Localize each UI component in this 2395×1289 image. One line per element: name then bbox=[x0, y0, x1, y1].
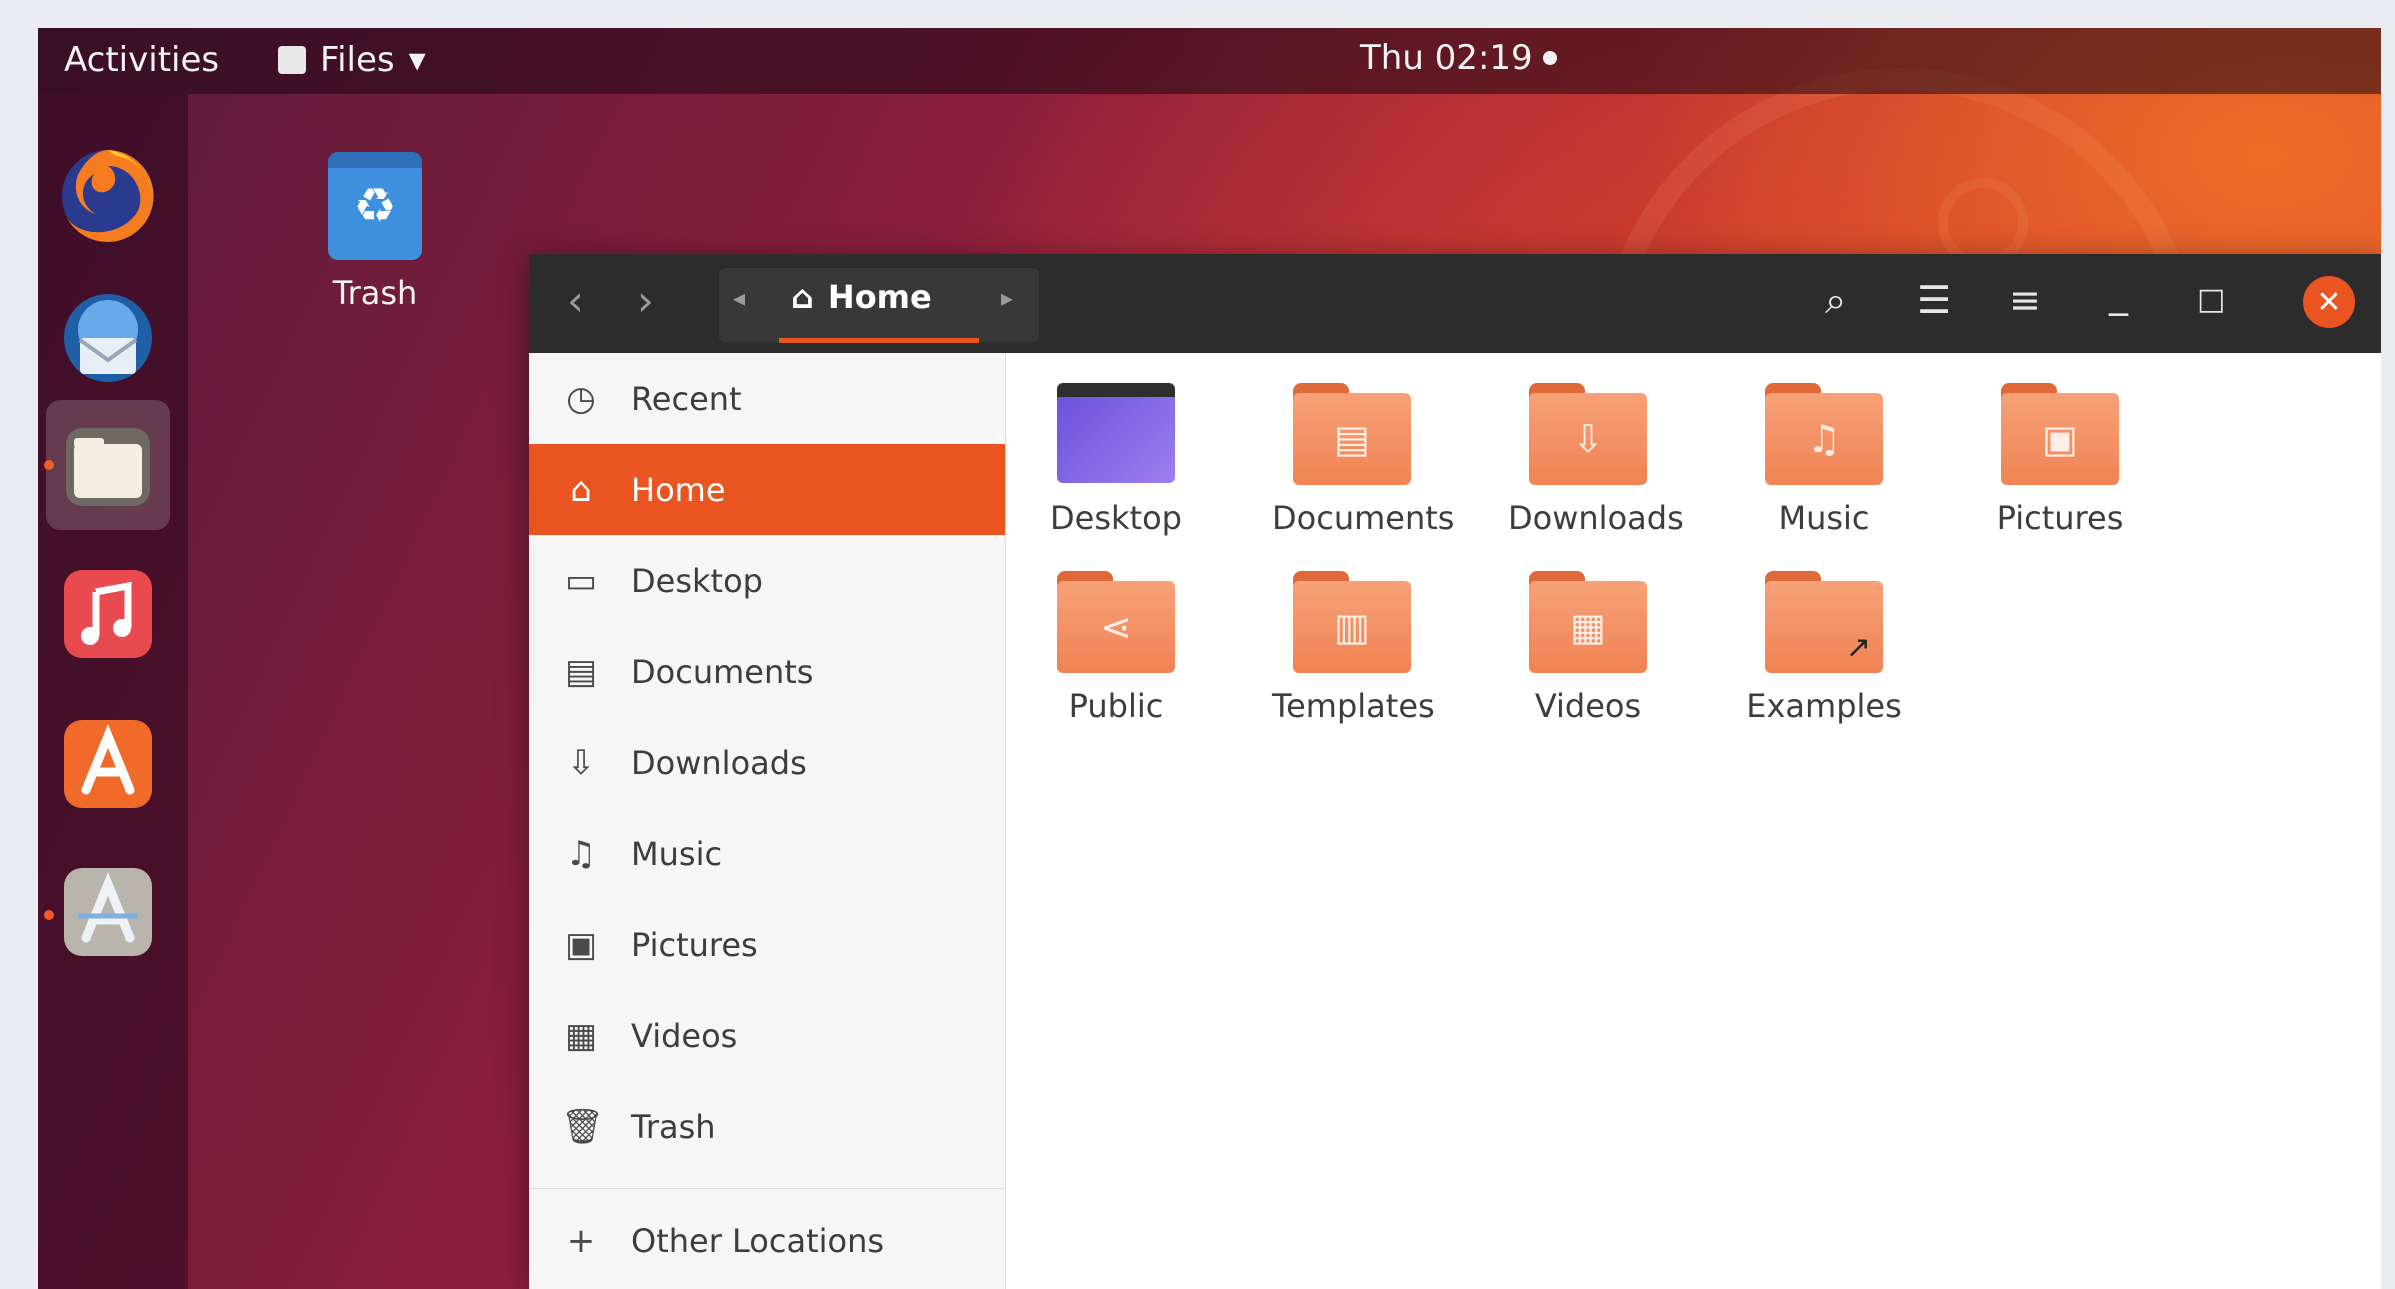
running-indicator bbox=[44, 460, 54, 470]
folder-label: Downloads bbox=[1508, 499, 1684, 537]
sidebar-item-downloads[interactable]: ⇩ Downloads bbox=[529, 717, 1005, 808]
sidebar-item-documents[interactable]: ▤ Documents bbox=[529, 626, 1005, 717]
recycle-icon: ♻ bbox=[328, 152, 422, 260]
home-icon: ⌂ bbox=[791, 278, 814, 316]
search-icon[interactable]: ⌕ bbox=[1825, 278, 1846, 323]
sidebar-item-label: Downloads bbox=[631, 743, 807, 782]
maximize-icon[interactable]: □ bbox=[2197, 282, 2225, 317]
folder-desktop[interactable]: Desktop bbox=[1036, 383, 1196, 537]
folder-label: Music bbox=[1778, 499, 1870, 537]
symlink-arrow-icon: ↗ bbox=[1845, 630, 1871, 665]
folder-label: Public bbox=[1068, 687, 1164, 725]
home-icon: ⌂ bbox=[570, 469, 592, 510]
downloads-icon: ⇩ bbox=[566, 742, 596, 783]
sidebar-item-videos[interactable]: ▦ Videos bbox=[529, 990, 1005, 1081]
minimize-icon[interactable]: _ bbox=[2109, 272, 2128, 316]
path-left-arrow-icon[interactable]: ◂ bbox=[733, 284, 745, 312]
sidebar-item-trash[interactable]: 🗑 Trash bbox=[529, 1081, 1005, 1172]
sidebar-item-label: Music bbox=[631, 834, 723, 873]
dock bbox=[38, 94, 188, 1289]
documents-folder-icon: ▤ bbox=[1293, 383, 1411, 485]
files-icon[interactable] bbox=[56, 414, 160, 518]
path-right-arrow-icon[interactable]: ▸ bbox=[1001, 284, 1013, 312]
desktop-icon: ▭ bbox=[564, 560, 598, 601]
clock-text: Thu 02:19 bbox=[1360, 38, 1533, 78]
sidebar-item-label: Pictures bbox=[631, 925, 758, 964]
forward-icon[interactable]: › bbox=[637, 276, 654, 325]
sidebar-item-music[interactable]: ♫ Music bbox=[529, 808, 1005, 899]
files-app-icon bbox=[278, 46, 306, 74]
path-home-button[interactable]: ⌂ Home bbox=[791, 278, 932, 316]
desktop-trash[interactable]: ♻ Trash bbox=[300, 152, 450, 312]
software-center-icon[interactable] bbox=[56, 712, 160, 816]
sidebar-item-recent[interactable]: ◷ Recent bbox=[529, 353, 1005, 444]
videos-icon: ▦ bbox=[564, 1015, 598, 1056]
header-bar: ‹ › ◂ ▸ ⌂ Home ⌕ ☰ ≡ _ □ ✕ bbox=[529, 254, 2381, 353]
folder-music[interactable]: ♫ Music bbox=[1744, 383, 1904, 537]
folder-templates[interactable]: ▥ Templates bbox=[1272, 571, 1435, 725]
app-menu-label: Files bbox=[320, 40, 395, 80]
folder-examples[interactable]: ↗ Examples bbox=[1744, 571, 1904, 725]
sidebar-item-desktop[interactable]: ▭ Desktop bbox=[529, 535, 1005, 626]
public-folder-icon: ⋖ bbox=[1057, 571, 1175, 673]
running-indicator-2 bbox=[44, 910, 54, 920]
sidebar-item-label: Desktop bbox=[631, 561, 763, 600]
folder-label: Videos bbox=[1534, 687, 1642, 725]
downloads-folder-icon: ⇩ bbox=[1529, 383, 1647, 485]
plus-icon: + bbox=[566, 1220, 596, 1261]
folder-public[interactable]: ⋖ Public bbox=[1036, 571, 1196, 725]
pictures-icon: ▣ bbox=[564, 924, 598, 965]
templates-folder-icon: ▥ bbox=[1293, 571, 1411, 673]
music-folder-icon: ♫ bbox=[1765, 383, 1883, 485]
folder-label: Desktop bbox=[1050, 499, 1182, 537]
firefox-icon[interactable] bbox=[56, 144, 160, 248]
notification-dot-icon bbox=[1542, 51, 1557, 65]
desktop-screen: Activities Files ▾ Thu 02:19 ♻ Trash ‹ ›… bbox=[38, 28, 2381, 1289]
folder-label: Pictures bbox=[1996, 499, 2124, 537]
folder-label: Templates bbox=[1272, 687, 1435, 725]
trash-icon: 🗑 bbox=[561, 1106, 605, 1147]
sidebar-item-other-locations[interactable]: + Other Locations bbox=[529, 1195, 1005, 1286]
software-updater-icon[interactable] bbox=[56, 860, 160, 964]
music-icon: ♫ bbox=[565, 833, 597, 874]
activities-button[interactable]: Activities bbox=[64, 40, 219, 80]
app-menu-files[interactable]: Files ▾ bbox=[278, 40, 426, 80]
clock[interactable]: Thu 02:19 bbox=[1360, 38, 1557, 78]
thunderbird-icon[interactable] bbox=[56, 286, 160, 390]
sidebar-item-label: Other Locations bbox=[631, 1221, 885, 1260]
back-icon[interactable]: ‹ bbox=[567, 276, 584, 325]
sidebar-divider bbox=[529, 1188, 1005, 1189]
sidebar-item-label: Trash bbox=[631, 1107, 716, 1146]
sidebar-item-pictures[interactable]: ▣ Pictures bbox=[529, 899, 1005, 990]
folder-downloads[interactable]: ⇩ Downloads bbox=[1508, 383, 1684, 537]
videos-folder-icon: ▦ bbox=[1529, 571, 1647, 673]
chevron-down-icon: ▾ bbox=[408, 40, 426, 80]
folder-videos[interactable]: ▦ Videos bbox=[1508, 571, 1668, 725]
desktop-folder-icon bbox=[1057, 383, 1175, 485]
sidebar-item-home[interactable]: ⌂ Home bbox=[529, 444, 1005, 535]
sidebar-item-label: Documents bbox=[631, 652, 814, 691]
documents-icon: ▤ bbox=[564, 651, 598, 692]
rhythmbox-icon[interactable] bbox=[56, 562, 160, 666]
recent-icon: ◷ bbox=[566, 378, 596, 419]
desktop-trash-label: Trash bbox=[332, 274, 418, 312]
close-icon[interactable]: ✕ bbox=[2303, 276, 2355, 328]
folder-label: Examples bbox=[1746, 687, 1902, 725]
folder-pictures[interactable]: ▣ Pictures bbox=[1980, 383, 2140, 537]
sidebar-item-label: Home bbox=[631, 470, 726, 509]
sidebar-item-label: Videos bbox=[631, 1016, 738, 1055]
path-home-label: Home bbox=[827, 278, 932, 316]
sidebar-item-label: Recent bbox=[631, 379, 742, 418]
examples-folder-icon: ↗ bbox=[1765, 571, 1883, 673]
folder-documents[interactable]: ▤ Documents bbox=[1272, 383, 1454, 537]
path-active-underline bbox=[779, 338, 979, 343]
top-bar: Activities Files ▾ Thu 02:19 bbox=[38, 28, 2381, 94]
pictures-folder-icon: ▣ bbox=[2001, 383, 2119, 485]
folder-view: Desktop ▤ Documents ⇩ Downloads ♫ Music … bbox=[1006, 353, 2381, 1289]
sidebar: ◷ Recent ⌂ Home ▭ Desktop ▤ Documents ⇩ … bbox=[529, 353, 1006, 1289]
view-options-icon[interactable]: ☰ bbox=[1917, 278, 1951, 322]
menu-icon[interactable]: ≡ bbox=[2009, 278, 2041, 322]
folder-label: Documents bbox=[1272, 499, 1455, 537]
files-window: ‹ › ◂ ▸ ⌂ Home ⌕ ☰ ≡ _ □ ✕ ◷ Recent ⌂ Ho… bbox=[529, 254, 2381, 1289]
